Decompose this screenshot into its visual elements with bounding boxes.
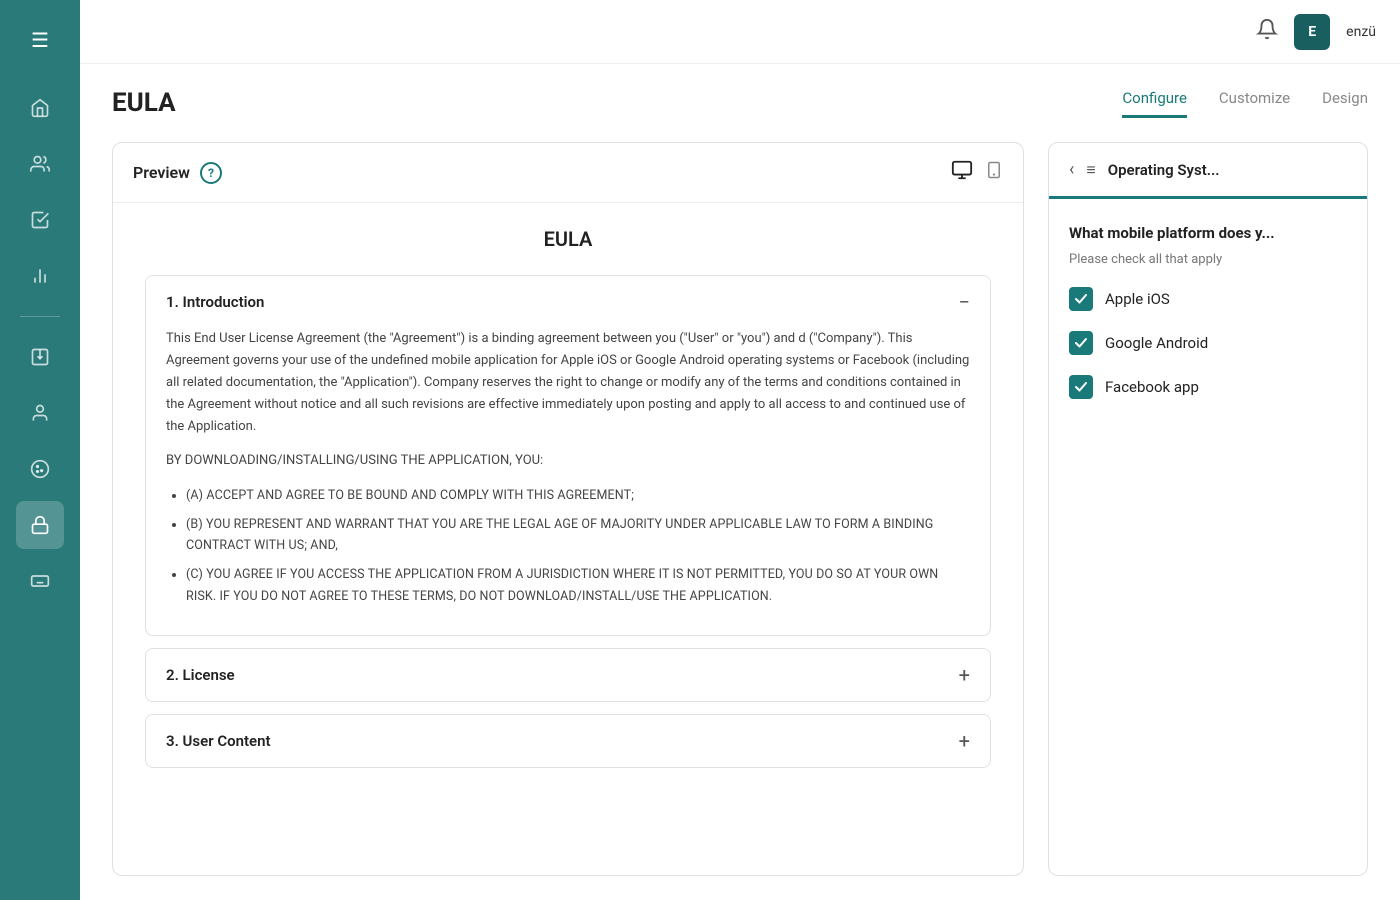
checkbox-box-apple[interactable] — [1069, 287, 1093, 311]
tab-customize[interactable]: Customize — [1219, 89, 1290, 118]
accordion-toggle-2[interactable]: + — [959, 665, 970, 685]
mobile-icon[interactable] — [985, 159, 1003, 186]
username-label: enzü — [1346, 24, 1376, 40]
preview-title-row: Preview ? — [133, 162, 222, 184]
preview-device-icons — [951, 159, 1003, 186]
right-panel-subtext: Please check all that apply — [1069, 252, 1347, 267]
accordion-header-2[interactable]: 2. License + — [146, 649, 990, 701]
right-panel-question: What mobile platform does y... — [1069, 223, 1347, 244]
preview-content: EULA 1. Introduction − This End User Lic… — [113, 203, 1023, 875]
accordion-title-3: 3. User Content — [166, 732, 271, 750]
tab-design[interactable]: Design — [1322, 89, 1368, 118]
right-panel-title: Operating Syst... — [1108, 161, 1220, 179]
accordion-toggle-1[interactable]: − — [959, 292, 970, 312]
accordion-title-2: 2. License — [166, 666, 235, 684]
checkbox-box-facebook[interactable] — [1069, 375, 1093, 399]
sidebar-item-profile[interactable] — [16, 389, 64, 437]
accordion-toggle-3[interactable]: + — [959, 731, 970, 751]
tab-configure[interactable]: Configure — [1122, 89, 1187, 118]
intro-paragraph: This End User License Agreement (the "Ag… — [166, 328, 970, 438]
list-item-c: (C) YOU AGREE IF YOU ACCESS THE APPLICAT… — [186, 564, 970, 607]
accordion-body-1: This End User License Agreement (the "Ag… — [146, 328, 990, 635]
sidebar-item-users[interactable] — [16, 140, 64, 188]
by-line: BY DOWNLOADING/INSTALLING/USING THE APPL… — [166, 450, 970, 472]
accordion-header-3[interactable]: 3. User Content + — [146, 715, 990, 767]
intro-list: (A) ACCEPT AND AGREE TO BE BOUND AND COM… — [166, 485, 970, 607]
back-arrow-icon[interactable]: ‹ — [1069, 159, 1074, 180]
accordion-section-3: 3. User Content + — [145, 714, 991, 768]
user-avatar[interactable]: E — [1294, 14, 1330, 50]
right-panel: ‹ ≡ Operating Syst... What mobile platfo… — [1048, 142, 1368, 876]
checkbox-label-apple: Apple iOS — [1105, 290, 1170, 308]
sidebar-item-analytics[interactable] — [16, 252, 64, 300]
preview-label: Preview — [133, 163, 190, 182]
sidebar-item-lock[interactable] — [16, 501, 64, 549]
main-content: E enzü EULA Configure Customize Design P… — [80, 0, 1400, 900]
sidebar-item-cookies[interactable] — [16, 445, 64, 493]
right-panel-body: What mobile platform does y... Please ch… — [1049, 199, 1367, 875]
right-panel-header: ‹ ≡ Operating Syst... — [1049, 143, 1367, 199]
accordion-section-2: 2. License + — [145, 648, 991, 702]
preview-header: Preview ? — [113, 143, 1023, 203]
sidebar-hamburger[interactable]: ☰ — [19, 16, 61, 64]
sidebar-item-keyboard[interactable] — [16, 557, 64, 605]
sidebar-item-tasks[interactable] — [16, 196, 64, 244]
bell-icon[interactable] — [1256, 18, 1278, 46]
sidebar-divider-1 — [20, 316, 60, 317]
preview-help-icon[interactable]: ? — [200, 162, 222, 184]
sidebar: ☰ — [0, 0, 80, 900]
accordion-section-1: 1. Introduction − This End User License … — [145, 275, 991, 636]
panel-menu-icon[interactable]: ≡ — [1086, 160, 1095, 180]
checkbox-apple-ios[interactable]: Apple iOS — [1069, 287, 1347, 311]
list-item-b: (B) YOU REPRESENT AND WARRANT THAT YOU A… — [186, 514, 970, 557]
page-title: EULA — [112, 88, 176, 118]
preview-panel: Preview ? — [112, 142, 1024, 876]
page-tabs: Configure Customize Design — [1122, 89, 1368, 118]
sidebar-item-home[interactable] — [16, 84, 64, 132]
checkbox-label-android: Google Android — [1105, 334, 1208, 352]
list-item-a: (A) ACCEPT AND AGREE TO BE BOUND AND COM… — [186, 485, 970, 506]
desktop-icon[interactable] — [951, 159, 973, 186]
checkbox-facebook-app[interactable]: Facebook app — [1069, 375, 1347, 399]
topbar: E enzü — [80, 0, 1400, 64]
preview-doc-title: EULA — [145, 227, 991, 251]
content-area: Preview ? — [80, 118, 1400, 900]
page-header: EULA Configure Customize Design — [80, 64, 1400, 118]
checkbox-box-android[interactable] — [1069, 331, 1093, 355]
accordion-header-1[interactable]: 1. Introduction − — [146, 276, 990, 328]
checkbox-label-facebook: Facebook app — [1105, 378, 1199, 396]
accordion-title-1: 1. Introduction — [166, 293, 264, 311]
checkbox-google-android[interactable]: Google Android — [1069, 331, 1347, 355]
sidebar-item-forms[interactable] — [16, 333, 64, 381]
